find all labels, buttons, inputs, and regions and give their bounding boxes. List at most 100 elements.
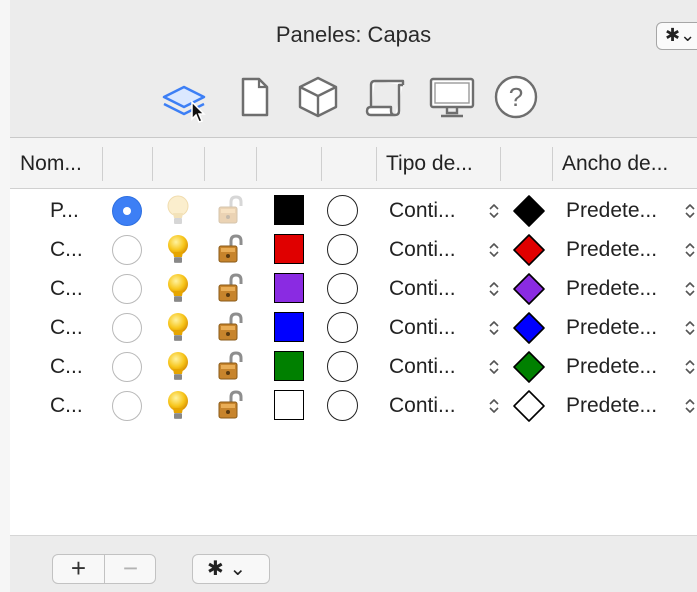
- material-circle[interactable]: [327, 273, 358, 304]
- print-width-value[interactable]: Predete...: [566, 347, 657, 386]
- layer-row[interactable]: P... Conti... Predete...: [10, 191, 697, 230]
- material-circle[interactable]: [327, 351, 358, 382]
- current-layer-radio[interactable]: [112, 352, 142, 382]
- column-separator: [152, 147, 153, 181]
- layer-color-swatch[interactable]: [274, 195, 304, 225]
- title-bar: Paneles: Capas ✱⌄: [10, 0, 697, 70]
- linetype-stepper-icon[interactable]: [487, 319, 501, 337]
- column-separator: [500, 147, 501, 181]
- linetype-stepper-icon[interactable]: [487, 202, 501, 220]
- material-circle[interactable]: [327, 195, 358, 226]
- linetype-value[interactable]: Conti...: [389, 269, 456, 308]
- visibility-bulb-icon[interactable]: [166, 194, 190, 228]
- layer-name[interactable]: C...: [50, 347, 83, 386]
- lock-icon[interactable]: [216, 351, 246, 383]
- linetype-value[interactable]: Conti...: [389, 230, 456, 269]
- cube-icon[interactable]: [292, 70, 344, 124]
- scroll-icon[interactable]: [360, 70, 412, 124]
- lock-icon[interactable]: [216, 195, 246, 227]
- print-width-value[interactable]: Predete...: [566, 308, 657, 347]
- material-circle[interactable]: [327, 312, 358, 343]
- layer-color-swatch[interactable]: [274, 234, 304, 264]
- layer-color-swatch[interactable]: [274, 273, 304, 303]
- layer-name[interactable]: C...: [50, 386, 83, 425]
- layer-row[interactable]: C... Conti... Predete...: [10, 386, 697, 425]
- layer-row[interactable]: C... Conti... Predete...: [10, 269, 697, 308]
- display-icon[interactable]: [426, 70, 478, 124]
- linetype-value[interactable]: Conti...: [389, 347, 456, 386]
- layer-name[interactable]: C...: [50, 308, 83, 347]
- column-separator: [204, 147, 205, 181]
- window-title: Paneles: Capas: [275, 22, 432, 47]
- print-width-stepper-icon[interactable]: [683, 319, 697, 337]
- layer-row[interactable]: C... Conti... Predete...: [10, 308, 697, 347]
- column-width-header[interactable]: Ancho de...: [552, 138, 697, 190]
- column-separator: [256, 147, 257, 181]
- print-width-value[interactable]: Predete...: [566, 191, 657, 230]
- window-edge: [0, 0, 10, 592]
- linetype-stepper-icon[interactable]: [487, 280, 501, 298]
- layer-options-menu-button[interactable]: ✱ ⌄: [192, 554, 270, 584]
- lock-icon[interactable]: [216, 273, 246, 305]
- layer-list-header: Nom... Tipo de... Ancho de...: [10, 137, 697, 189]
- linetype-stepper-icon[interactable]: [487, 397, 501, 415]
- panel-options-menu-button[interactable]: ✱⌄: [656, 22, 697, 50]
- panel-toolbar: ?: [10, 68, 697, 136]
- print-width-stepper-icon[interactable]: [683, 397, 697, 415]
- layers-icon[interactable]: [158, 70, 210, 124]
- lock-icon[interactable]: [216, 312, 246, 344]
- panel-footer: + − ✱ ⌄: [10, 535, 697, 592]
- visibility-bulb-icon[interactable]: [166, 311, 190, 345]
- add-layer-button[interactable]: +: [53, 555, 104, 583]
- print-width-value[interactable]: Predete...: [566, 386, 657, 425]
- print-color-diamond[interactable]: [512, 272, 546, 306]
- linetype-value[interactable]: Conti...: [389, 191, 456, 230]
- layer-name[interactable]: P...: [50, 191, 79, 230]
- print-color-diamond[interactable]: [512, 233, 546, 267]
- layer-name[interactable]: C...: [50, 230, 83, 269]
- layer-color-swatch[interactable]: [274, 312, 304, 342]
- layer-row[interactable]: C... Conti... Predete...: [10, 347, 697, 386]
- print-width-stepper-icon[interactable]: [683, 280, 697, 298]
- lock-icon[interactable]: [216, 390, 246, 422]
- column-linetype-header[interactable]: Tipo de...: [376, 138, 500, 190]
- current-layer-radio[interactable]: [112, 391, 142, 421]
- linetype-value[interactable]: Conti...: [389, 386, 456, 425]
- column-name-header[interactable]: Nom...: [10, 138, 102, 190]
- print-color-diamond[interactable]: [512, 350, 546, 384]
- add-remove-control: + −: [52, 554, 156, 584]
- current-layer-radio[interactable]: [112, 196, 142, 226]
- print-color-diamond[interactable]: [512, 194, 546, 228]
- print-width-stepper-icon[interactable]: [683, 241, 697, 259]
- print-color-diamond[interactable]: [512, 389, 546, 423]
- document-icon[interactable]: [228, 70, 280, 124]
- material-circle[interactable]: [327, 390, 358, 421]
- linetype-value[interactable]: Conti...: [389, 308, 456, 347]
- print-width-stepper-icon[interactable]: [683, 358, 697, 376]
- visibility-bulb-icon[interactable]: [166, 389, 190, 423]
- svg-text:?: ?: [509, 82, 523, 112]
- layer-color-swatch[interactable]: [274, 390, 304, 420]
- print-width-value[interactable]: Predete...: [566, 269, 657, 308]
- layer-list: P... Conti... Predete... C... Conti... Predet…: [10, 189, 697, 535]
- current-layer-radio[interactable]: [112, 274, 142, 304]
- layer-row[interactable]: C... Conti... Predete...: [10, 230, 697, 269]
- material-circle[interactable]: [327, 234, 358, 265]
- column-separator: [321, 147, 322, 181]
- current-layer-radio[interactable]: [112, 235, 142, 265]
- linetype-stepper-icon[interactable]: [487, 358, 501, 376]
- print-color-diamond[interactable]: [512, 311, 546, 345]
- layer-name[interactable]: C...: [50, 269, 83, 308]
- visibility-bulb-icon[interactable]: [166, 350, 190, 384]
- remove-layer-button[interactable]: −: [105, 555, 156, 583]
- visibility-bulb-icon[interactable]: [166, 233, 190, 267]
- layer-color-swatch[interactable]: [274, 351, 304, 381]
- print-width-value[interactable]: Predete...: [566, 230, 657, 269]
- visibility-bulb-icon[interactable]: [166, 272, 190, 306]
- linetype-stepper-icon[interactable]: [487, 241, 501, 259]
- lock-icon[interactable]: [216, 234, 246, 266]
- current-layer-radio[interactable]: [112, 313, 142, 343]
- print-width-stepper-icon[interactable]: [683, 202, 697, 220]
- column-separator: [102, 147, 103, 181]
- help-icon[interactable]: ?: [490, 70, 542, 124]
